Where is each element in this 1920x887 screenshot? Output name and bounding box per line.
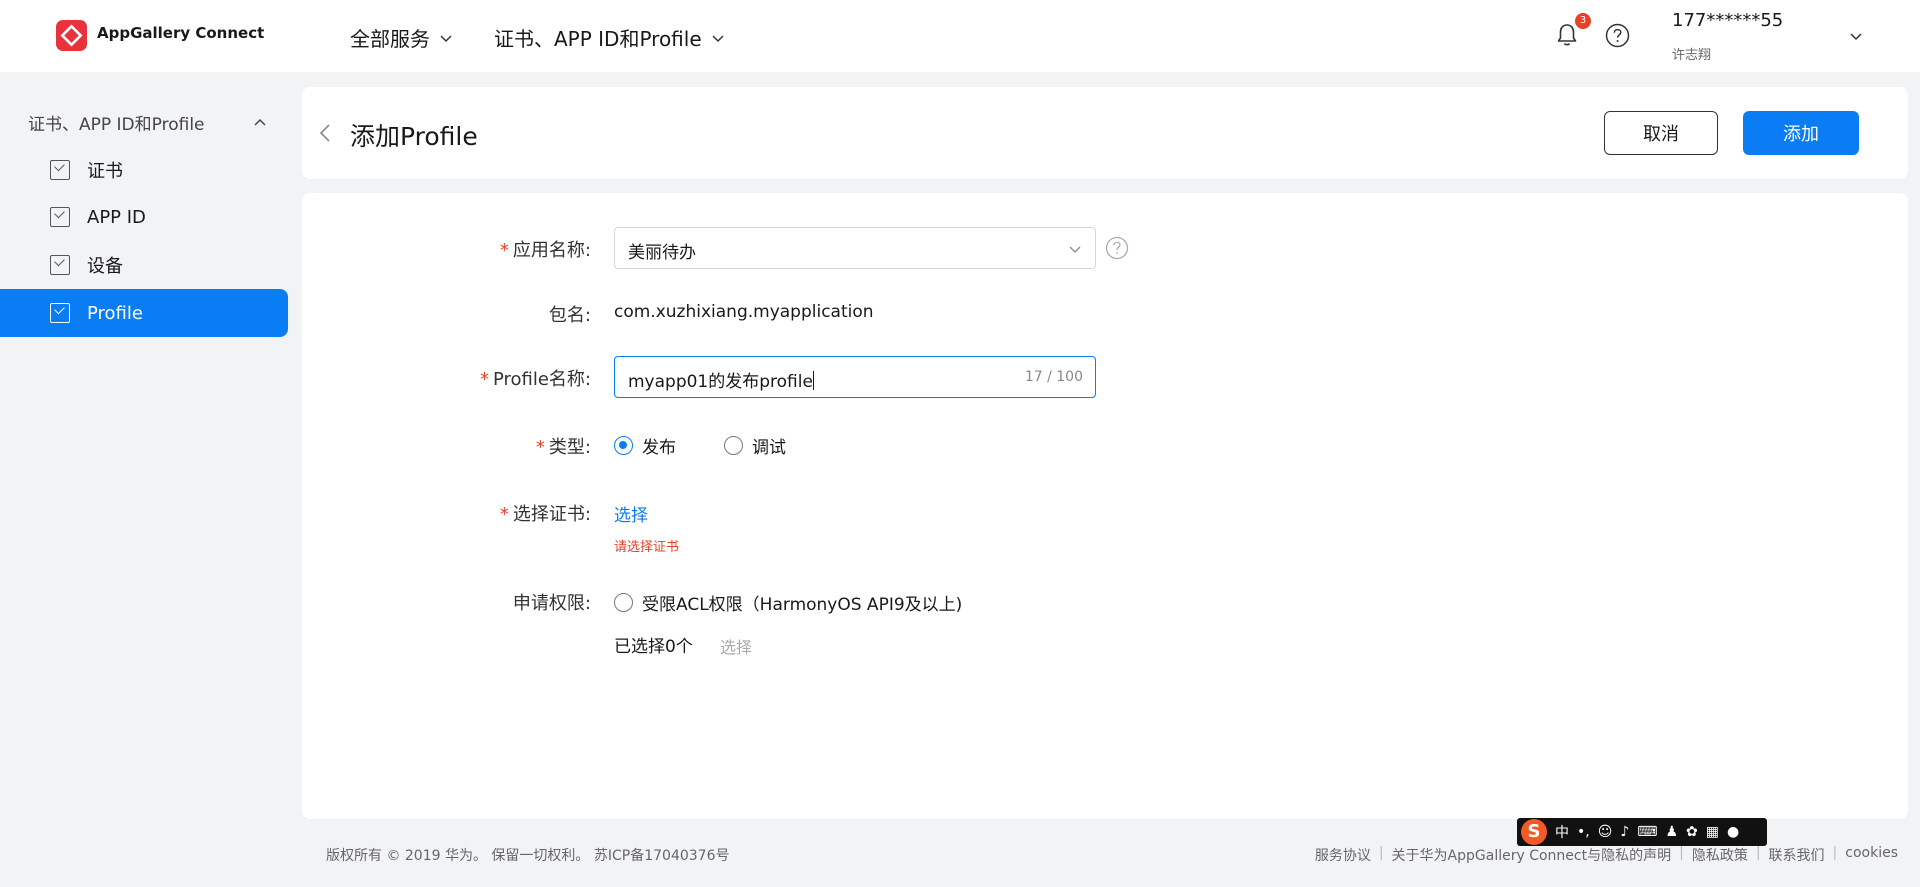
cancel-button[interactable]: 取消 — [1604, 111, 1718, 155]
select-certificate-link[interactable]: 选择 — [614, 501, 648, 526]
type-debug-radio[interactable]: 调试 — [724, 433, 786, 458]
chevron-up-icon — [254, 118, 266, 126]
sidebar-group-header[interactable]: 证书、APP ID和Profile — [28, 110, 268, 135]
certificate-error: 请选择证书 — [614, 540, 680, 555]
chevron-down-icon — [712, 34, 724, 42]
divider: | — [1755, 845, 1761, 861]
ime-punctuation[interactable]: •, — [1577, 824, 1590, 840]
divider: | — [1832, 845, 1838, 861]
required-mark: * — [535, 437, 545, 458]
sidebar-item-profile[interactable]: Profile — [0, 289, 288, 337]
copyright-text: 版权所有 © 2019 华为。 保留一切权利。 苏ICP备17040376号 — [326, 848, 730, 864]
footer-links: 服务协议 | 关于华为AppGallery Connect与隐私的声明 | 隐私政策… — [1315, 845, 1898, 865]
microphone-icon[interactable]: ♪ — [1620, 824, 1629, 840]
certificate-label: * 选择证书: — [500, 500, 591, 526]
app-name-label-text: 应用名称: — [512, 240, 591, 261]
radio-selected-icon — [614, 436, 633, 455]
acl-permission-radio[interactable]: 受限ACL权限（HarmonyOS API9及以上) — [614, 590, 962, 615]
nav-all-services[interactable]: 全部服务 — [350, 23, 454, 52]
divider: | — [1378, 845, 1384, 861]
app-name-label: * 应用名称: — [500, 236, 591, 262]
ime-toolbar[interactable]: S 中 •, ☺ ♪ ⌨ ♟ ✿ ▦ ● — [1517, 818, 1767, 846]
add-button[interactable]: 添加 — [1743, 111, 1859, 155]
app-name-select[interactable]: 美丽待办 — [614, 227, 1096, 269]
user-phone[interactable]: 177******55 — [1672, 10, 1783, 31]
app-name-value: 美丽待办 — [628, 243, 696, 263]
radio-unselected-icon — [724, 436, 743, 455]
select-permission-link[interactable]: 选择 — [720, 634, 752, 658]
keyboard-icon[interactable]: ⌨ — [1637, 824, 1657, 840]
permission-label: 申请权限: — [512, 593, 591, 614]
nav-current-service-label: 证书、APP ID和Profile — [494, 27, 702, 51]
help-icon[interactable] — [1605, 23, 1630, 48]
profile-name-label: * Profile名称: — [480, 365, 591, 391]
chevron-down-icon — [440, 34, 452, 42]
selected-count: 已选择0个 — [614, 637, 693, 657]
acl-permission-label: 受限ACL权限（HarmonyOS API9及以上) — [642, 595, 963, 615]
page-header-card: 添加Profile 取消 添加 — [302, 87, 1908, 179]
app-id-icon — [50, 207, 70, 227]
sidebar-item-devices[interactable]: 设备 — [0, 241, 288, 289]
text-caret — [812, 371, 814, 390]
type-release-label: 发布 — [642, 438, 676, 458]
mascot-icon[interactable]: ● — [1727, 824, 1739, 840]
brand-name[interactable]: AppGallery Connect — [97, 24, 264, 42]
sidebar-item-label: 设备 — [87, 256, 123, 277]
type-label-text: 类型: — [548, 437, 591, 458]
certificate-icon — [50, 160, 70, 180]
emoji-icon[interactable]: ☺ — [1598, 824, 1613, 840]
grid-menu-icon[interactable]: ▦ — [1706, 824, 1719, 840]
footer-link-contact-us[interactable]: 联系我们 — [1769, 845, 1825, 865]
type-debug-label: 调试 — [752, 438, 786, 458]
sidebar-item-certificates[interactable]: 证书 — [0, 146, 288, 194]
chevron-down-icon — [1069, 246, 1081, 253]
sidebar-item-label: APP ID — [87, 206, 146, 228]
profile-icon — [50, 303, 70, 323]
char-counter: 17 / 100 — [1024, 369, 1083, 385]
radio-unselected-icon — [614, 593, 633, 612]
sidebar-item-app-id[interactable]: APP ID — [0, 193, 288, 241]
profile-name-input[interactable]: myapp01的发布profile 17 / 100 — [614, 356, 1096, 398]
profile-form: * 应用名称: 美丽待办 包名: com.xuzhixiang.myapplica… — [302, 193, 1908, 819]
required-mark: * — [479, 369, 489, 390]
profile-name-text: myapp01的发布profile — [628, 372, 813, 392]
top-bar: AppGallery Connect 全部服务 证书、APP ID和Profil… — [0, 0, 1920, 72]
footer-link-cookies[interactable]: cookies — [1845, 845, 1898, 865]
sogou-logo-icon[interactable]: S — [1521, 819, 1547, 845]
footer-link-service-agreement[interactable]: 服务协议 — [1315, 845, 1371, 865]
nav-current-service[interactable]: 证书、APP ID和Profile — [494, 23, 726, 52]
package-label: 包名: — [548, 305, 591, 326]
device-icon — [50, 255, 70, 275]
footer-link-privacy-policy[interactable]: 隐私政策 — [1692, 845, 1748, 865]
ime-mode[interactable]: 中 — [1555, 822, 1569, 842]
sidebar-item-label: 证书 — [87, 161, 123, 182]
skin-icon[interactable]: ✿ — [1686, 824, 1698, 840]
footer-link-privacy-statement[interactable]: 关于华为AppGallery Connect与隐私的声明 — [1392, 845, 1672, 865]
type-release-radio[interactable]: 发布 — [614, 433, 676, 458]
nav-all-services-label: 全部服务 — [350, 27, 430, 51]
package-value: com.xuzhixiang.myapplication — [614, 302, 874, 322]
user-menu-chevron-icon[interactable] — [1848, 28, 1864, 44]
question-help-icon[interactable] — [1105, 236, 1129, 260]
certificate-label-text: 选择证书: — [512, 504, 591, 525]
required-mark: * — [499, 504, 509, 525]
profile-name-value: myapp01的发布profile — [628, 367, 814, 392]
huawei-logo-icon[interactable] — [56, 20, 87, 51]
notification-badge: 3 — [1575, 13, 1591, 29]
sidebar-group-label: 证书、APP ID和Profile — [28, 115, 205, 135]
profile-name-label-text: Profile名称: — [492, 369, 591, 390]
divider: | — [1679, 845, 1684, 861]
required-mark: * — [499, 240, 509, 261]
type-label: * 类型: — [536, 433, 591, 459]
sidebar-item-label: Profile — [87, 302, 143, 324]
back-arrow-icon[interactable] — [316, 121, 336, 145]
page-title: 添加Profile — [350, 122, 478, 151]
user-name: 许志翔 — [1672, 48, 1712, 63]
user-icon[interactable]: ♟ — [1665, 824, 1678, 840]
